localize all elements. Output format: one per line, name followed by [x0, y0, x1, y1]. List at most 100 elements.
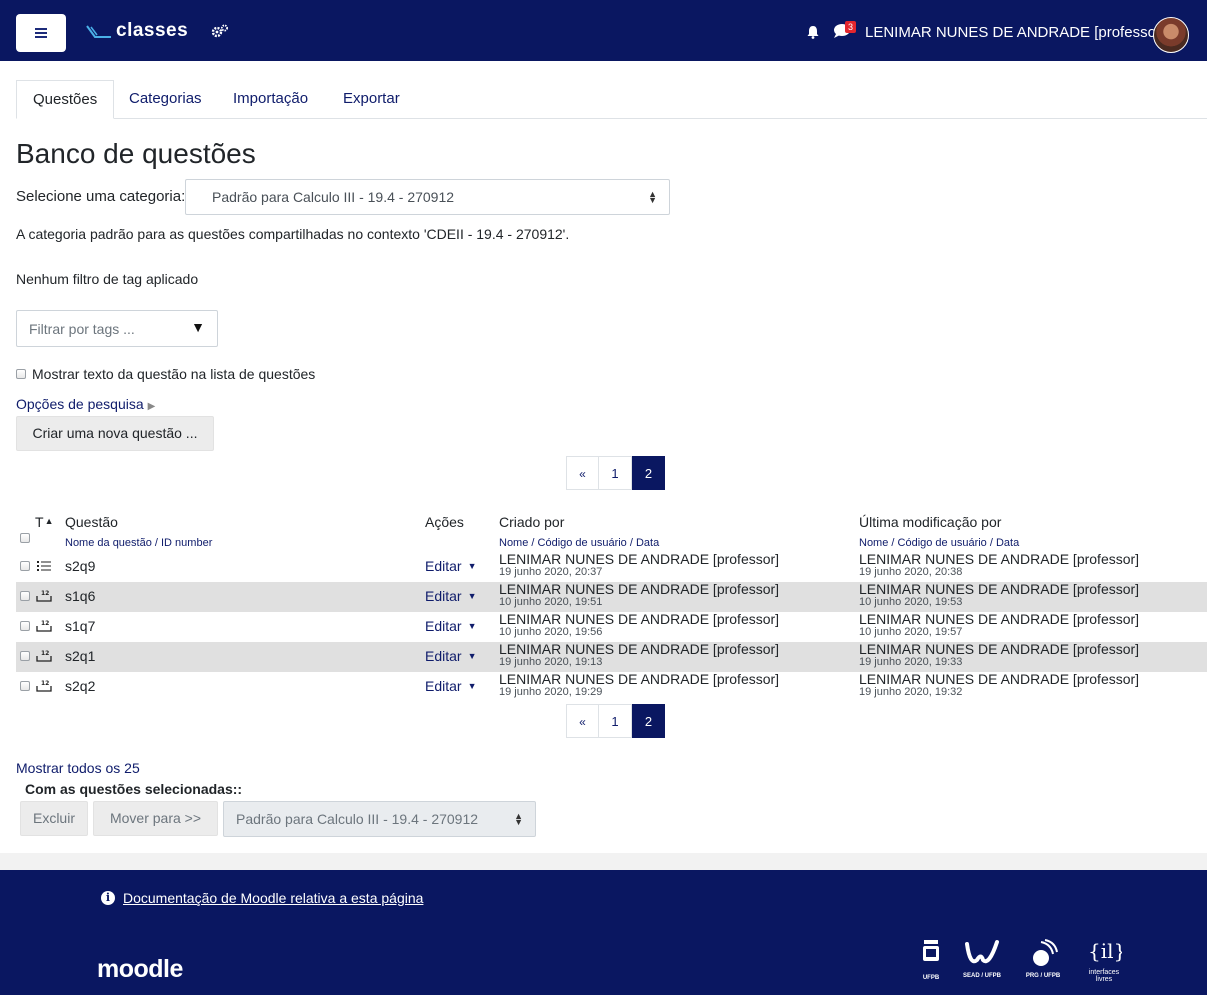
created-by-name: LENIMAR NUNES DE ANDRADE [professor]: [499, 671, 780, 687]
modified-by-column-subheader[interactable]: Nome / Código de usuário / Data: [859, 537, 1019, 549]
question-name: s2q2: [65, 678, 96, 694]
caret-down-icon: ▼: [467, 651, 477, 661]
edit-menu[interactable]: Editar ▼: [425, 678, 477, 694]
created-date: 10 junho 2020, 19:51: [499, 596, 603, 608]
pagination-page-1[interactable]: 1: [599, 704, 632, 738]
modified-date: 19 junho 2020, 19:32: [859, 686, 963, 698]
row-checkbox[interactable]: [20, 561, 30, 571]
dropdown-triangle-icon: ▼: [191, 319, 205, 335]
select-arrows-icon: ▲ ▼: [648, 189, 657, 205]
move-target-select[interactable]: Padrão para Calculo III - 19.4 - 270912 …: [223, 801, 536, 837]
question-name: s1q6: [65, 588, 96, 604]
partner-caption: UFPB: [922, 975, 940, 981]
caret-down-icon: ▼: [467, 621, 477, 631]
tab-categories[interactable]: Categorias: [113, 80, 218, 119]
question-name: s2q1: [65, 648, 96, 664]
interfaces-livres-logo[interactable]: {il} interfaces livres: [1082, 938, 1126, 983]
create-question-button[interactable]: Criar uma nova questão ...: [16, 416, 214, 451]
prg-ball-icon: [1033, 939, 1058, 966]
question-name: s1q7: [65, 618, 96, 634]
gears-icon[interactable]: [211, 24, 229, 38]
site-brand[interactable]: classes: [86, 20, 188, 42]
ufpb-logo[interactable]: UFPB: [919, 938, 943, 981]
multichoice-question-icon: [37, 561, 51, 571]
category-selected-value: Padrão para Calculo III - 19.4 - 270912: [212, 189, 455, 205]
modified-date: 19 junho 2020, 19:33: [859, 656, 963, 668]
tag-filter-input[interactable]: Filtrar por tags ... ▼: [16, 310, 218, 347]
edit-menu[interactable]: Editar ▼: [425, 588, 477, 604]
search-options-link[interactable]: Opções de pesquisa ▶: [16, 396, 155, 412]
edit-menu[interactable]: Editar ▼: [425, 648, 477, 664]
created-by-name: LENIMAR NUNES DE ANDRADE [professor]: [499, 641, 780, 657]
tab-export[interactable]: Exportar: [327, 80, 416, 119]
row-checkbox[interactable]: [20, 591, 30, 601]
created-date: 10 junho 2020, 19:56: [499, 626, 603, 638]
select-arrows-icon: ▲ ▼: [514, 811, 523, 827]
edit-menu[interactable]: Editar ▼: [425, 618, 477, 634]
move-to-button[interactable]: Mover para >>: [93, 801, 218, 836]
interfaces-livres-braces-icon: {il}: [1088, 939, 1126, 963]
modified-date: 19 junho 2020, 20:38: [859, 566, 963, 578]
search-options-label: Opções de pesquisa: [16, 396, 144, 412]
row-checkbox[interactable]: [20, 681, 30, 691]
prg-logo[interactable]: PRG / UFPB: [1023, 938, 1063, 979]
sead-logo[interactable]: SEAD / UFPB: [962, 938, 1002, 979]
moodle-logo[interactable]: moodle: [97, 955, 183, 984]
caret-down-icon: ▼: [467, 591, 477, 601]
svg-text:12: 12: [41, 590, 49, 597]
bulk-actions-label: Com as questões selecionadas::: [25, 781, 243, 797]
category-select[interactable]: Padrão para Calculo III - 19.4 - 270912 …: [185, 179, 670, 215]
user-avatar[interactable]: [1153, 17, 1189, 53]
select-all-checkbox[interactable]: [20, 533, 30, 543]
svg-text:{il}: {il}: [1088, 939, 1122, 963]
show-question-text-checkbox[interactable]: [16, 369, 26, 379]
move-target-value: Padrão para Calculo III - 19.4 - 270912: [236, 811, 479, 827]
menu-toggle-button[interactable]: [16, 14, 66, 52]
pagination-prev[interactable]: «: [566, 456, 599, 490]
pagination-top: « 1 2: [566, 456, 665, 490]
footer-separator: [0, 853, 1207, 870]
question-column-header[interactable]: Questão: [65, 514, 118, 530]
hamburger-icon: [35, 28, 47, 38]
moodle-docs-label: Documentação de Moodle relativa a esta p…: [123, 890, 424, 906]
numerical-question-icon: 12: [36, 620, 52, 632]
caret-down-icon: ▼: [467, 681, 477, 691]
question-name: s2q9: [65, 558, 96, 574]
show-question-text-option: Mostrar texto da questão na lista de que…: [16, 366, 315, 382]
partner-caption: SEAD / UFPB: [962, 973, 1001, 979]
tab-import[interactable]: Importação: [217, 80, 324, 119]
bell-icon[interactable]: [806, 25, 820, 39]
pagination-page-1[interactable]: 1: [599, 456, 632, 490]
delete-button[interactable]: Excluir: [20, 801, 88, 836]
show-question-text-label: Mostrar texto da questão na lista de que…: [32, 366, 316, 382]
show-all-link[interactable]: Mostrar todos os 25: [16, 760, 140, 776]
modified-date: 10 junho 2020, 19:53: [859, 596, 963, 608]
numerical-question-icon: 12: [36, 650, 52, 662]
created-by-name: LENIMAR NUNES DE ANDRADE [professor]: [499, 551, 780, 567]
user-menu-name[interactable]: LENIMAR NUNES DE ANDRADE [professor]: [865, 24, 1165, 41]
moodle-docs-link[interactable]: i Documentação de Moodle relativa a esta…: [101, 890, 423, 906]
type-column-header[interactable]: T▲: [35, 514, 53, 530]
page-title: Banco de questões: [16, 138, 256, 169]
pagination-page-2[interactable]: 2: [632, 704, 665, 738]
tab-questions[interactable]: Questões: [16, 80, 115, 119]
table-row: s2q9 Editar ▼ LENIMAR NUNES DE ANDRADE [p…: [16, 552, 1207, 582]
pagination-prev[interactable]: «: [566, 704, 599, 738]
created-by-column-subheader[interactable]: Nome / Código de usuário / Data: [499, 537, 659, 549]
svg-text:12: 12: [41, 620, 49, 627]
svg-text:12: 12: [41, 650, 49, 657]
actions-column-header: Ações: [425, 514, 464, 530]
pagination-page-2[interactable]: 2: [632, 456, 665, 490]
table-row: 12 s1q7 Editar ▼ LENIMAR NUNES DE ANDRADE…: [16, 612, 1207, 642]
row-checkbox[interactable]: [20, 621, 30, 631]
created-date: 19 junho 2020, 19:29: [499, 686, 603, 698]
question-bank-tabs: Questões Categorias Importação Exportar: [16, 80, 1207, 119]
edit-menu[interactable]: Editar ▼: [425, 558, 477, 574]
info-icon: i: [101, 891, 115, 905]
question-column-subheader[interactable]: Nome da questão / ID number: [65, 537, 212, 549]
modified-by-name: LENIMAR NUNES DE ANDRADE [professor]: [859, 551, 1140, 567]
partner-caption: interfaces livres: [1088, 969, 1120, 983]
table-row: 12 s2q2 Editar ▼ LENIMAR NUNES DE ANDRADE…: [16, 672, 1207, 702]
row-checkbox[interactable]: [20, 651, 30, 661]
tag-filter-placeholder: Filtrar por tags ...: [29, 321, 135, 337]
